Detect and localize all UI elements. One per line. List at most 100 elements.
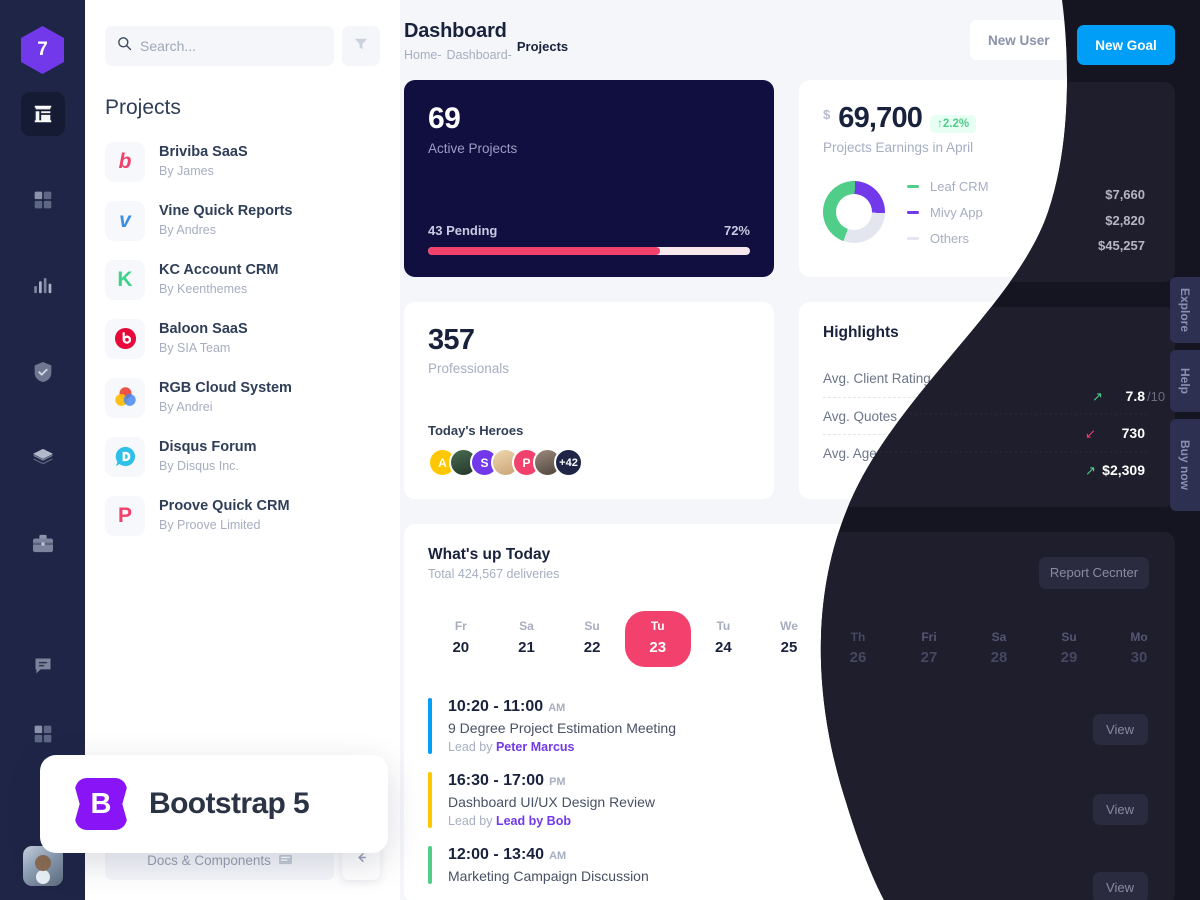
list-item[interactable]: v Vine Quick Reports By Andres	[105, 191, 380, 250]
progress-bar-fill	[428, 247, 660, 255]
day-cell[interactable]: Fr 20	[428, 611, 494, 667]
day-cell[interactable]: Su 29	[1019, 611, 1085, 667]
event-ampm: AM	[548, 702, 566, 714]
project-name: Briviba SaaS	[159, 143, 248, 160]
sidebar-item-statistics[interactable]	[21, 264, 65, 308]
sidebar-item-dashboards[interactable]	[21, 178, 65, 222]
sidebar-item-projects[interactable]	[20, 92, 65, 136]
cards-grid: 69 Active Projects 43 Pending 72% $ 69,7…	[400, 62, 1200, 900]
active-projects-count: 69	[428, 102, 461, 135]
app-logo[interactable]: 7	[21, 26, 64, 74]
day-name: Sa	[978, 619, 994, 633]
sidebar-item-chat[interactable]	[21, 644, 65, 688]
event-lead-prefix: Lead by	[448, 740, 496, 754]
highlight-label: Avg. Agent Earnings	[823, 445, 946, 461]
day-cell[interactable]: Tu 24	[691, 611, 757, 667]
project-owner: By Disqus Inc.	[159, 459, 239, 474]
bootstrap-label: Bootstrap 5	[149, 787, 310, 820]
chat-icon	[33, 656, 53, 676]
professionals-count: 357	[428, 324, 475, 356]
project-logo-icon	[105, 318, 145, 359]
top-bar-actions: New User New Goal	[969, 20, 1175, 60]
sidebar-item-apps[interactable]	[21, 712, 65, 756]
filter-button[interactable]	[342, 26, 380, 66]
day-name: Fri	[912, 619, 928, 633]
event-lead-name[interactable]: Peter Marcus	[496, 740, 575, 754]
day-name: Mo	[1108, 619, 1126, 633]
event-lead-name[interactable]: Lead by Bob	[496, 814, 571, 828]
day-cell[interactable]: Fri 27	[887, 611, 953, 667]
bootstrap-logo-letter: B	[90, 787, 112, 820]
list-item[interactable]: K KC Account CRM By Keenthemes	[105, 250, 380, 309]
search-row: Search...	[85, 0, 400, 66]
day-name: We	[780, 619, 798, 633]
day-cell[interactable]: Mo 30	[1084, 611, 1150, 667]
day-number: 30	[1108, 639, 1126, 656]
main-content: Dashboard Home- Dashboard- Projects New …	[400, 0, 1200, 900]
project-name: Vine Quick Reports	[159, 202, 293, 219]
currency-symbol: $	[823, 107, 831, 122]
day-cell-selected[interactable]: Tu 23	[624, 611, 691, 667]
list-item[interactable]: RGB Cloud System By Andrei	[105, 368, 380, 427]
list-item[interactable]: Baloon SaaS By SIA Team	[105, 309, 380, 368]
projects-list: b Briviba SaaS By James v Vine Quick Rep…	[85, 126, 400, 545]
list-item[interactable]: b Briviba SaaS By James	[105, 132, 380, 191]
earnings-amount: 69,700	[838, 102, 923, 134]
list-item[interactable]: Disqus Forum By Disqus Inc.	[105, 427, 380, 486]
report-center-button[interactable]: Report Cecnter	[1026, 546, 1150, 580]
day-cell[interactable]: Su 22	[559, 611, 625, 667]
avatar-initial: P	[522, 455, 531, 470]
breadcrumb-item-dashboard[interactable]: Dashboard-	[447, 48, 512, 62]
highlight-value-group: ↗ $2,309	[1088, 445, 1150, 461]
breadcrumb-item-home[interactable]: Home-	[404, 48, 442, 62]
bootstrap-watermark-badge: B Bootstrap 5	[40, 755, 388, 853]
list-item[interactable]: P Proove Quick CRM By Proove Limited	[105, 486, 380, 545]
project-owner: By James	[159, 164, 214, 179]
event-color-bar	[428, 846, 432, 884]
side-tab-buy-now[interactable]: Buy now	[1170, 419, 1200, 511]
side-tab-help[interactable]: Help	[1170, 350, 1200, 412]
briefcase-icon	[32, 534, 54, 554]
new-goal-button[interactable]: New Goal	[1077, 20, 1175, 60]
event-time: 12:00 - 13:40	[448, 846, 545, 863]
project-name: RGB Cloud System	[159, 379, 292, 396]
avatar-overflow-count[interactable]: +42	[554, 448, 583, 477]
projects-icon	[32, 103, 54, 125]
sidebar-item-work[interactable]	[21, 522, 65, 566]
day-name: Tu	[716, 619, 731, 633]
view-button[interactable]: View	[1086, 783, 1150, 817]
legend-row: Leaf CRM $7,660	[907, 173, 1150, 199]
event-title: 9 Degree Project Estimation Meeting	[448, 720, 676, 736]
view-button[interactable]: View	[1086, 848, 1150, 882]
event-time: 16:30 - 17:00	[448, 772, 545, 789]
project-name: Proove Quick CRM	[159, 497, 290, 514]
day-cell[interactable]: Sa 28	[953, 611, 1019, 667]
day-cell[interactable]: Sa 21	[494, 611, 560, 667]
earnings-amount-row: $ 69,700 ↑2.2%	[823, 102, 1150, 135]
search-input[interactable]: Search...	[105, 26, 334, 66]
sidebar-item-security[interactable]	[21, 350, 65, 394]
project-owner: By SIA Team	[159, 341, 231, 356]
legend-value: $7,660	[1110, 178, 1150, 194]
earnings-subtitle: Projects Earnings in April	[823, 140, 974, 155]
side-tab-explore[interactable]: Explore	[1170, 277, 1200, 343]
project-logo-icon	[105, 436, 145, 477]
heroes-avatar-group: A S P +42	[428, 448, 750, 477]
new-user-button[interactable]: New User	[969, 20, 1068, 60]
highlight-value: 7.8	[1103, 370, 1123, 387]
event-lead-prefix: Lead by	[448, 814, 496, 828]
legend-label: Others	[930, 230, 970, 246]
legend-swatch-mivy-app	[907, 210, 919, 214]
event-lead: Lead by Lead by Bob	[448, 814, 655, 828]
sidebar-item-layers[interactable]	[21, 436, 65, 480]
highlight-value: 730	[1126, 408, 1150, 424]
page-title-projects: Projects	[105, 96, 181, 119]
professionals-card: 357 Professionals Today's Heroes A S P +…	[404, 302, 774, 499]
project-logo-icon	[105, 377, 145, 418]
breadcrumb: Home- Dashboard- Projects	[404, 39, 568, 62]
day-cell[interactable]: We 25	[756, 611, 822, 667]
active-projects-label: Active Projects	[428, 141, 518, 156]
legend-swatch-leaf-crm	[907, 184, 919, 188]
day-cell[interactable]: Th 26	[822, 611, 888, 667]
view-button[interactable]: View	[1086, 709, 1150, 743]
